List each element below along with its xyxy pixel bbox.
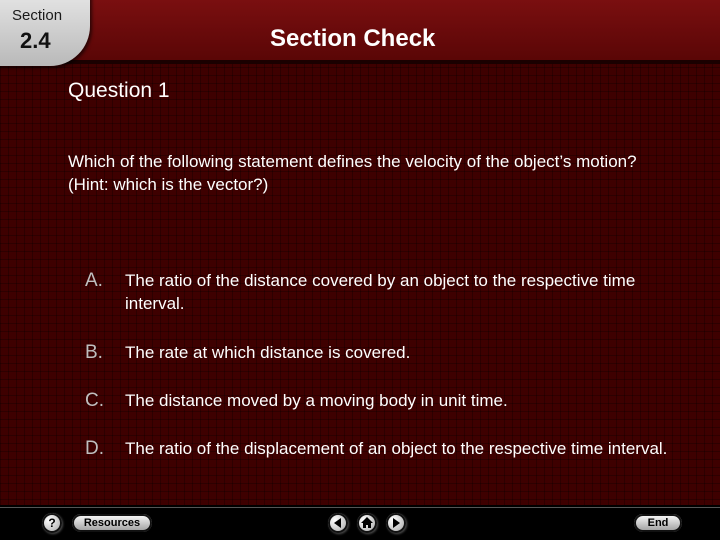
- option-text: The ratio of the distance covered by an …: [125, 271, 636, 313]
- help-icon: ?: [48, 516, 56, 530]
- question-text: Which of the following statement defines…: [68, 152, 637, 194]
- option-text: The rate at which distance is covered.: [125, 343, 411, 362]
- resources-button[interactable]: Resources: [72, 514, 152, 532]
- option-letter: C.: [85, 390, 104, 411]
- end-button[interactable]: End: [634, 514, 682, 532]
- question-title: Question 1: [68, 79, 170, 102]
- next-button[interactable]: [386, 513, 406, 533]
- header-divider: [0, 60, 720, 64]
- option-letter: A.: [85, 270, 103, 291]
- prev-button[interactable]: [328, 513, 348, 533]
- home-button[interactable]: [357, 513, 377, 533]
- option-letter: B.: [85, 342, 103, 363]
- page-title: Section Check: [270, 25, 436, 52]
- help-button[interactable]: ?: [42, 513, 62, 533]
- home-icon: [361, 517, 373, 528]
- option-text: The ratio of the displacement of an obje…: [125, 439, 668, 458]
- slide: Section 2.4 Section Check Question 1 Whi…: [0, 0, 720, 540]
- section-label: Section: [12, 7, 63, 24]
- section-number: 2.4: [20, 28, 51, 53]
- option-letter: D.: [85, 438, 104, 459]
- option-text: The distance moved by a moving body in u…: [125, 391, 508, 410]
- next-arrow-icon: [393, 518, 400, 528]
- prev-arrow-icon: [334, 518, 341, 528]
- footer-divider: [0, 507, 720, 508]
